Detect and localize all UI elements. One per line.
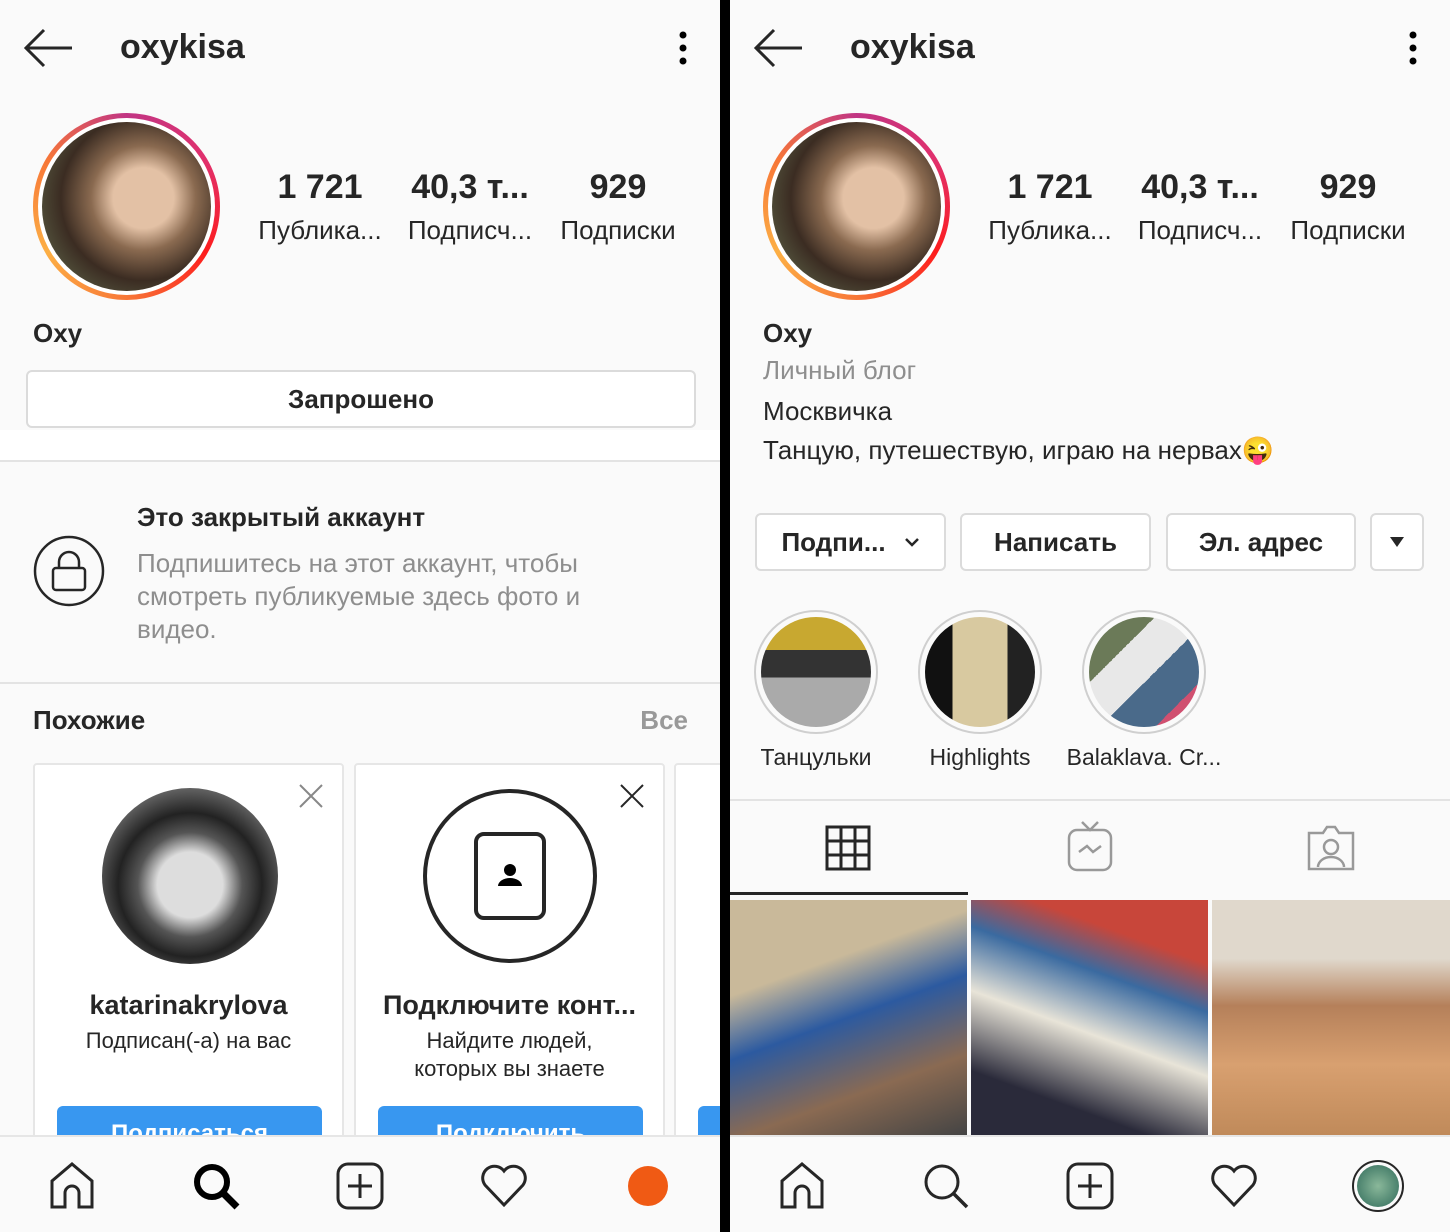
stat-label: Подписч... [1137,215,1263,245]
username-title: oxykisa [120,28,245,66]
highlight-item[interactable] [1082,610,1206,734]
stat-label: Публика... [258,215,382,245]
stat-posts[interactable]: 1 721 Публика... [975,168,1125,246]
subscribed-dropdown-button[interactable]: Подпи... [755,513,946,571]
stat-label: Подписки [1290,215,1406,245]
stat-posts[interactable]: 1 721 Публика... [245,168,395,246]
highlight-item[interactable] [918,610,1042,734]
activity-heart-icon[interactable] [1209,1161,1259,1211]
post-thumbnail[interactable] [730,900,967,1135]
profile-category: Личный блог [763,355,917,385]
back-arrow-icon[interactable] [752,28,804,68]
post-thumbnail[interactable] [971,900,1208,1135]
connect-contacts-card: Подключите конт... Найдите людей, которых… [354,763,665,1183]
more-options-icon[interactable] [672,30,694,66]
private-title: Это закрытый аккаунт [137,502,426,532]
grid-view-icon[interactable] [825,825,871,871]
highlight-label: Balaklava. Cr... [1066,744,1222,770]
active-tab-indicator [730,892,968,895]
stat-value: 929 [589,168,647,206]
stat-value: 1 721 [1007,168,1093,206]
stat-label: Подписки [560,215,676,245]
profile-name: Oxy [763,318,813,348]
suggestion-name[interactable]: katarinakrylova [35,990,342,1021]
home-icon[interactable] [47,1161,97,1211]
suggestion-avatar[interactable] [102,788,278,964]
stat-value: 929 [1319,168,1377,206]
suggestion-card: katarinakrylova Подписан(-а) на вас Подп… [33,763,344,1183]
close-icon[interactable] [619,783,645,809]
similar-title: Похожие [33,705,146,735]
tagged-photos-icon[interactable] [1307,825,1355,871]
stat-following[interactable]: 929 Подписки [543,168,693,246]
private-description: Подпишитесь на этот аккаунт, чтобы смотре… [137,548,581,644]
triangle-down-icon [1390,537,1404,547]
highlight-item[interactable] [754,610,878,734]
profile-tab-avatar[interactable] [1352,1160,1404,1212]
home-icon[interactable] [777,1161,827,1211]
stat-following[interactable]: 929 Подписки [1273,168,1423,246]
right-screen: oxykisa 1 721 Публика... 40,3 т... Подписч… [730,0,1450,1232]
new-post-icon[interactable] [1065,1161,1115,1211]
new-post-icon[interactable] [335,1161,385,1211]
left-screen: oxykisa 1 721 Публика... 40,3 т... Подписч… [0,0,720,1232]
bottom-nav [0,1135,720,1232]
profile-bio: Москвичка Танцую, путешествую, играю на н… [763,396,1275,465]
lock-icon [33,535,105,607]
suggestion-name: Подключите конт... [382,990,637,1020]
email-button[interactable]: Эл. адрес [1166,513,1356,571]
highlight-label: Highlights [929,744,1031,770]
chevron-down-icon [904,538,919,547]
stat-followers[interactable]: 40,3 т... Подписч... [1125,168,1275,246]
search-icon[interactable] [921,1161,971,1211]
suggestion-subtitle: Найдите людей, которых вы знаете [414,1028,605,1081]
stat-value: 40,3 т... [411,168,529,206]
highlight-label: Танцульки [760,744,872,770]
profile-avatar[interactable] [33,113,220,300]
suggestions-toggle-button[interactable] [1370,513,1424,571]
see-all-link[interactable]: Все [640,705,688,736]
stat-followers[interactable]: 40,3 т... Подписч... [395,168,545,246]
close-icon[interactable] [298,783,324,809]
search-icon[interactable] [191,1161,241,1211]
bottom-nav [730,1135,1450,1232]
suggestion-card [674,763,720,1183]
stat-label: Подписч... [407,215,533,245]
back-arrow-icon[interactable] [22,28,74,68]
profile-avatar[interactable] [763,113,950,300]
profile-tab-avatar[interactable] [628,1166,668,1206]
post-thumbnail[interactable] [1212,900,1450,1135]
stat-label: Публика... [988,215,1112,245]
profile-name: Oxy [33,318,83,348]
username-title: oxykisa [850,28,975,66]
more-options-icon[interactable] [1402,30,1424,66]
requested-button[interactable]: Запрошено [26,370,696,428]
contacts-icon [423,789,597,963]
stat-value: 1 721 [277,168,363,206]
activity-heart-icon[interactable] [479,1161,529,1211]
message-button[interactable]: Написать [960,513,1151,571]
igtv-icon[interactable] [1067,820,1113,872]
stat-value: 40,3 т... [1141,168,1259,206]
suggestion-subtitle: Подписан(-а) на вас [85,1028,292,1053]
